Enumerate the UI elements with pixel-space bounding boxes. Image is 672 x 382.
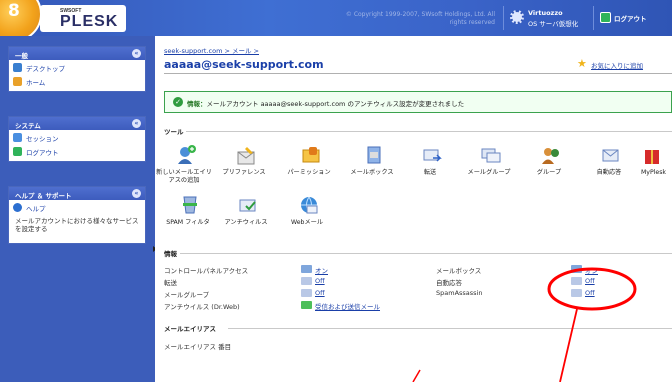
annotation-arrow-line	[412, 369, 421, 382]
annotation-overlay	[412, 267, 637, 382]
annotation-arrow-line	[559, 308, 578, 382]
annotation-circle	[547, 267, 637, 311]
